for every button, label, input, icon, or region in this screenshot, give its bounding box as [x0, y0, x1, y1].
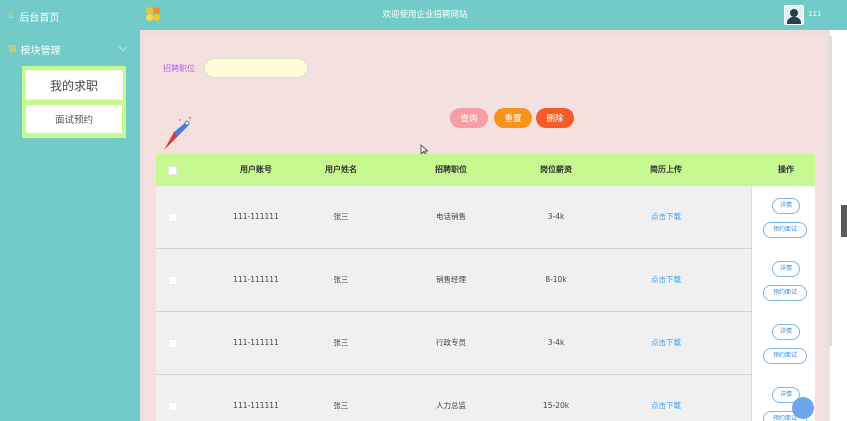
cell-salary: 3-4k	[547, 212, 565, 221]
col-header-name: 用户姓名	[325, 165, 357, 174]
col-header-position: 招聘职位	[435, 165, 467, 174]
table-row: 111-111111 张三 电话销售 3-4k 点击下载	[156, 186, 815, 249]
data-table: 用户账号 用户姓名 招聘职位 岗位薪资 简历上传 操作 111-111111 张…	[156, 154, 815, 421]
detail-button[interactable]: 详情	[772, 198, 800, 214]
resume-download-link[interactable]: 点击下载	[611, 312, 721, 374]
delete-button[interactable]: 删除	[536, 108, 574, 128]
col-header-salary: 岗位薪资	[540, 165, 572, 174]
table-row: 111-111111 张三 行政专员 3-4k 点击下载	[156, 312, 815, 375]
cell-position: 人力总监	[436, 401, 466, 410]
row-checkbox[interactable]	[168, 402, 177, 411]
cell-position: 行政专员	[436, 338, 466, 347]
rocket-icon	[164, 116, 192, 150]
top-bar: ⌂ 后台首页 欢迎使用企业招聘网站 111	[0, 0, 847, 30]
search-label: 招聘职位	[163, 64, 195, 73]
module-menu-toggle[interactable]: ▦ 模块管理	[8, 42, 134, 57]
home-label: 后台首页	[19, 12, 60, 24]
cell-salary: 3-4k	[547, 338, 565, 347]
module-label: 模块管理	[20, 45, 61, 57]
row-checkbox[interactable]	[168, 213, 177, 222]
cell-name: 张三	[333, 275, 349, 284]
cell-salary: 15-20k	[542, 401, 570, 410]
sidebar: ▦ 模块管理 我的求职 面试预约	[0, 30, 140, 421]
sidebar-item-label: 面试预约	[54, 115, 93, 126]
logo-icon	[146, 7, 160, 21]
cell-position: 销售经理	[436, 275, 466, 284]
detail-button[interactable]: 详情	[772, 324, 800, 340]
resume-download-link[interactable]: 点击下载	[611, 249, 721, 311]
book-interview-button[interactable]: 预约面试	[763, 285, 807, 301]
book-interview-button[interactable]: 预约面试	[763, 222, 807, 238]
avatar[interactable]	[784, 5, 804, 25]
main-scrollbar[interactable]	[829, 36, 832, 346]
row-checkbox[interactable]	[168, 276, 177, 285]
query-button[interactable]: 查询	[450, 108, 488, 128]
cell-salary: 8-10k	[545, 275, 567, 284]
grid-icon: ▦	[8, 44, 17, 54]
table-row: 111-111111 张三 人力总监 15-20k 点击下载	[156, 375, 815, 421]
resume-download-link[interactable]: 点击下载	[611, 375, 721, 421]
sidebar-item-interview-booking[interactable]: 面试预约	[26, 105, 122, 133]
chevron-down-icon	[118, 42, 128, 52]
cell-name: 张三	[333, 212, 349, 221]
cell-name: 张三	[333, 401, 349, 410]
position-search-input[interactable]	[204, 58, 308, 78]
row-checkbox[interactable]	[168, 339, 177, 348]
col-header-actions: 操作	[778, 165, 794, 174]
username[interactable]: 111	[808, 10, 821, 18]
site-title: 欢迎使用企业招聘网站	[382, 10, 468, 20]
reset-button[interactable]: 重置	[494, 108, 532, 128]
page-scrollbar[interactable]	[841, 205, 847, 237]
resume-download-link[interactable]: 点击下载	[611, 186, 721, 248]
home-icon: ⌂	[8, 10, 15, 21]
sidebar-item-my-applications[interactable]: 我的求职	[25, 70, 123, 100]
book-interview-button[interactable]: 预约面试	[763, 348, 807, 364]
module-submenu: 我的求职 面试预约	[22, 66, 126, 138]
home-link[interactable]: ⌂ 后台首页	[8, 8, 138, 24]
select-all-checkbox[interactable]	[168, 166, 177, 175]
detail-button[interactable]: 详情	[772, 261, 800, 277]
sidebar-item-label: 我的求职	[49, 78, 98, 93]
cell-name: 张三	[333, 338, 349, 347]
table-row: 111-111111 张三 销售经理 8-10k 点击下载	[156, 249, 815, 312]
cell-position: 电话销售	[436, 212, 466, 221]
col-header-resume: 简历上传	[650, 165, 682, 174]
floating-badge[interactable]	[792, 397, 814, 419]
table-header: 用户账号 用户姓名 招聘职位 岗位薪资 简历上传 操作	[156, 154, 815, 186]
